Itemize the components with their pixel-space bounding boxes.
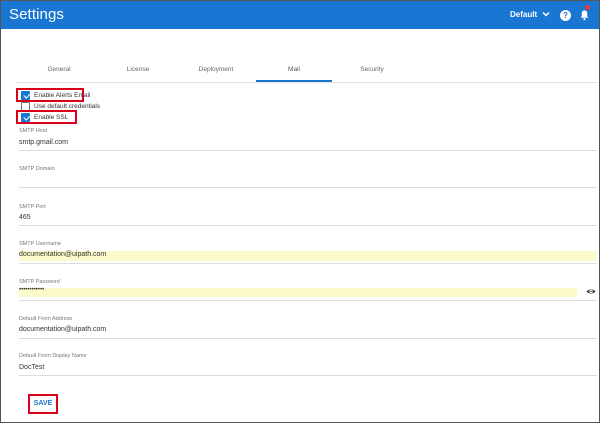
smtp-password-underline <box>19 300 597 301</box>
default-from-address-underline <box>19 338 597 339</box>
save-button[interactable]: SAVE <box>28 394 58 414</box>
smtp-username-label: SMTP Username <box>19 241 62 247</box>
smtp-password-label: SMTP Password <box>19 279 60 285</box>
smtp-port-label: SMTP Port <box>19 204 46 210</box>
enable-ssl-label: Enable SSL <box>34 113 69 121</box>
tab-general[interactable]: General <box>24 66 94 73</box>
smtp-username-input[interactable]: documentation@uipath.com <box>19 251 106 258</box>
notifications-bell-icon[interactable] <box>579 9 590 21</box>
use-default-credentials-label: Use default credentials <box>34 102 101 110</box>
tab-license[interactable]: License <box>103 66 173 73</box>
page-title: Settings <box>9 6 64 23</box>
smtp-host-label: SMTP Host <box>19 128 48 134</box>
smtp-host-underline <box>19 150 597 151</box>
smtp-domain-underline <box>19 187 597 188</box>
default-from-address-label: Default From Address <box>19 316 73 322</box>
default-from-display-name-underline <box>19 375 597 376</box>
default-from-display-name-input[interactable]: DocTest <box>19 364 44 371</box>
smtp-host-field[interactable]: SMTP Host smtp.gmail.com <box>19 128 597 152</box>
notification-badge <box>585 5 590 10</box>
smtp-username-field[interactable]: SMTP Username documentation@uipath.com <box>19 241 597 265</box>
default-from-display-name-field[interactable]: Default From Display Name DocTest <box>19 353 597 377</box>
help-icon[interactable]: ? <box>560 10 571 21</box>
tab-deployment[interactable]: Deployment <box>181 66 251 73</box>
tab-mail[interactable]: Mail <box>259 66 329 73</box>
tenant-selector[interactable]: Default <box>510 10 537 19</box>
smtp-domain-field[interactable]: SMTP Domain <box>19 166 597 190</box>
enable-ssl-row[interactable]: Enable SSL <box>21 112 68 122</box>
smtp-host-input[interactable]: smtp.gmail.com <box>19 139 68 146</box>
default-from-address-input[interactable]: documentation@uipath.com <box>19 326 106 333</box>
smtp-port-input[interactable]: 465 <box>19 214 31 221</box>
tabs-divider <box>16 82 598 83</box>
app-header: Settings Default ? <box>1 1 599 29</box>
smtp-password-input[interactable]: •••••••••••• <box>19 287 44 293</box>
enable-alerts-email-row[interactable]: Enable Alerts Email <box>21 90 90 100</box>
smtp-domain-label: SMTP Domain <box>19 166 55 172</box>
enable-alerts-email-checkbox[interactable] <box>21 90 30 100</box>
chevron-down-icon[interactable] <box>541 9 551 19</box>
enable-ssl-checkbox[interactable] <box>21 112 30 122</box>
settings-tabs: General License Deployment Mail Security <box>0 62 600 82</box>
smtp-port-underline <box>19 225 597 226</box>
tab-security[interactable]: Security <box>337 66 407 73</box>
smtp-port-field[interactable]: SMTP Port 465 <box>19 204 597 228</box>
default-from-address-field[interactable]: Default From Address documentation@uipat… <box>19 316 597 340</box>
enable-alerts-email-label: Enable Alerts Email <box>34 91 91 99</box>
show-password-icon[interactable] <box>586 288 596 295</box>
default-from-display-name-label: Default From Display Name <box>19 353 87 359</box>
smtp-password-field[interactable]: SMTP Password •••••••••••• <box>19 279 597 303</box>
smtp-password-autofill <box>19 288 577 297</box>
smtp-username-underline <box>19 263 597 264</box>
